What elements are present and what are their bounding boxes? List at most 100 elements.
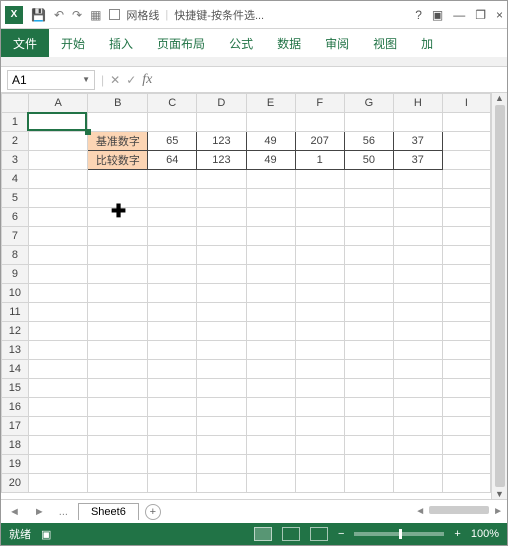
cell-I13[interactable] bbox=[442, 341, 490, 360]
cell-C5[interactable] bbox=[148, 189, 197, 208]
cell-C4[interactable] bbox=[148, 170, 197, 189]
cell-I5[interactable] bbox=[442, 189, 490, 208]
cell-I7[interactable] bbox=[442, 227, 490, 246]
cell-C18[interactable] bbox=[148, 436, 197, 455]
cell-I15[interactable] bbox=[442, 379, 490, 398]
cell-H1[interactable] bbox=[393, 113, 442, 132]
cell-F11[interactable] bbox=[295, 303, 344, 322]
cell-A17[interactable] bbox=[28, 417, 88, 436]
cell-G18[interactable] bbox=[344, 436, 393, 455]
cell-F2[interactable]: 207 bbox=[295, 132, 344, 151]
cell-E13[interactable] bbox=[246, 341, 295, 360]
cell-D10[interactable] bbox=[197, 284, 246, 303]
cell-B14[interactable] bbox=[88, 360, 148, 379]
cell-F3[interactable]: 1 bbox=[295, 151, 344, 170]
cell-E2[interactable]: 49 bbox=[246, 132, 295, 151]
cell-F18[interactable] bbox=[295, 436, 344, 455]
cell-G2[interactable]: 56 bbox=[344, 132, 393, 151]
cell-B20[interactable] bbox=[88, 474, 148, 493]
cell-I6[interactable] bbox=[442, 208, 490, 227]
cell-A7[interactable] bbox=[28, 227, 88, 246]
cell-F13[interactable] bbox=[295, 341, 344, 360]
sheet-tab-active[interactable]: Sheet6 bbox=[78, 503, 139, 520]
cell-H11[interactable] bbox=[393, 303, 442, 322]
cell-H16[interactable] bbox=[393, 398, 442, 417]
redo-icon[interactable]: ↷ bbox=[72, 8, 82, 22]
cell-H8[interactable] bbox=[393, 246, 442, 265]
cell-G12[interactable] bbox=[344, 322, 393, 341]
cell-A6[interactable] bbox=[28, 208, 88, 227]
minimize-button[interactable]: — bbox=[453, 8, 465, 22]
name-box-dropdown-icon[interactable]: ▼ bbox=[82, 75, 90, 84]
cell-F7[interactable] bbox=[295, 227, 344, 246]
cell-G19[interactable] bbox=[344, 455, 393, 474]
scroll-down-icon[interactable]: ▼ bbox=[495, 489, 504, 499]
cell-E14[interactable] bbox=[246, 360, 295, 379]
save-icon[interactable]: 💾 bbox=[31, 8, 46, 22]
cell-I19[interactable] bbox=[442, 455, 490, 474]
cell-B12[interactable] bbox=[88, 322, 148, 341]
cell-A11[interactable] bbox=[28, 303, 88, 322]
cell-B2[interactable]: 基准数字 bbox=[88, 132, 148, 151]
cell-D11[interactable] bbox=[197, 303, 246, 322]
tab-home[interactable]: 开始 bbox=[49, 29, 97, 57]
cell-E7[interactable] bbox=[246, 227, 295, 246]
cell-A13[interactable] bbox=[28, 341, 88, 360]
cell-A8[interactable] bbox=[28, 246, 88, 265]
row-header-1[interactable]: 1 bbox=[2, 113, 29, 132]
hscroll-left-icon[interactable]: ◄ bbox=[415, 506, 425, 517]
cell-F20[interactable] bbox=[295, 474, 344, 493]
cell-E15[interactable] bbox=[246, 379, 295, 398]
cell-B13[interactable] bbox=[88, 341, 148, 360]
zoom-in-button[interactable]: + bbox=[454, 528, 460, 540]
cell-G5[interactable] bbox=[344, 189, 393, 208]
borders-icon[interactable]: ▦ bbox=[90, 8, 101, 22]
cell-A12[interactable] bbox=[28, 322, 88, 341]
row-header-11[interactable]: 11 bbox=[2, 303, 29, 322]
cell-C12[interactable] bbox=[148, 322, 197, 341]
cell-A1[interactable] bbox=[28, 113, 88, 132]
cell-G1[interactable] bbox=[344, 113, 393, 132]
cell-D14[interactable] bbox=[197, 360, 246, 379]
cell-F10[interactable] bbox=[295, 284, 344, 303]
cell-D19[interactable] bbox=[197, 455, 246, 474]
cell-D18[interactable] bbox=[197, 436, 246, 455]
cell-G15[interactable] bbox=[344, 379, 393, 398]
cell-B8[interactable] bbox=[88, 246, 148, 265]
cell-D17[interactable] bbox=[197, 417, 246, 436]
fx-icon[interactable]: fx bbox=[142, 72, 152, 88]
restore-button[interactable]: ❐ bbox=[475, 8, 486, 22]
cell-I10[interactable] bbox=[442, 284, 490, 303]
cell-A9[interactable] bbox=[28, 265, 88, 284]
tab-data[interactable]: 数据 bbox=[265, 29, 313, 57]
cell-C19[interactable] bbox=[148, 455, 197, 474]
scroll-up-icon[interactable]: ▲ bbox=[495, 93, 504, 103]
cell-H17[interactable] bbox=[393, 417, 442, 436]
view-normal-button[interactable] bbox=[254, 527, 272, 541]
cell-D3[interactable]: 123 bbox=[197, 151, 246, 170]
cell-C8[interactable] bbox=[148, 246, 197, 265]
select-all-corner[interactable] bbox=[2, 94, 29, 113]
cell-C7[interactable] bbox=[148, 227, 197, 246]
cell-E12[interactable] bbox=[246, 322, 295, 341]
cell-I11[interactable] bbox=[442, 303, 490, 322]
cell-F8[interactable] bbox=[295, 246, 344, 265]
col-header-C[interactable]: C bbox=[148, 94, 197, 113]
cell-C14[interactable] bbox=[148, 360, 197, 379]
cell-A14[interactable] bbox=[28, 360, 88, 379]
cell-E10[interactable] bbox=[246, 284, 295, 303]
cell-H12[interactable] bbox=[393, 322, 442, 341]
add-sheet-button[interactable]: + bbox=[145, 504, 161, 520]
vertical-scrollbar[interactable]: ▲ ▼ bbox=[491, 93, 507, 499]
col-header-B[interactable]: B bbox=[88, 94, 148, 113]
cell-G6[interactable] bbox=[344, 208, 393, 227]
cell-A3[interactable] bbox=[28, 151, 88, 170]
cell-F19[interactable] bbox=[295, 455, 344, 474]
cell-D8[interactable] bbox=[197, 246, 246, 265]
cell-G7[interactable] bbox=[344, 227, 393, 246]
cell-C20[interactable] bbox=[148, 474, 197, 493]
tab-view[interactable]: 视图 bbox=[361, 29, 409, 57]
cell-H6[interactable] bbox=[393, 208, 442, 227]
cell-I8[interactable] bbox=[442, 246, 490, 265]
cell-E11[interactable] bbox=[246, 303, 295, 322]
